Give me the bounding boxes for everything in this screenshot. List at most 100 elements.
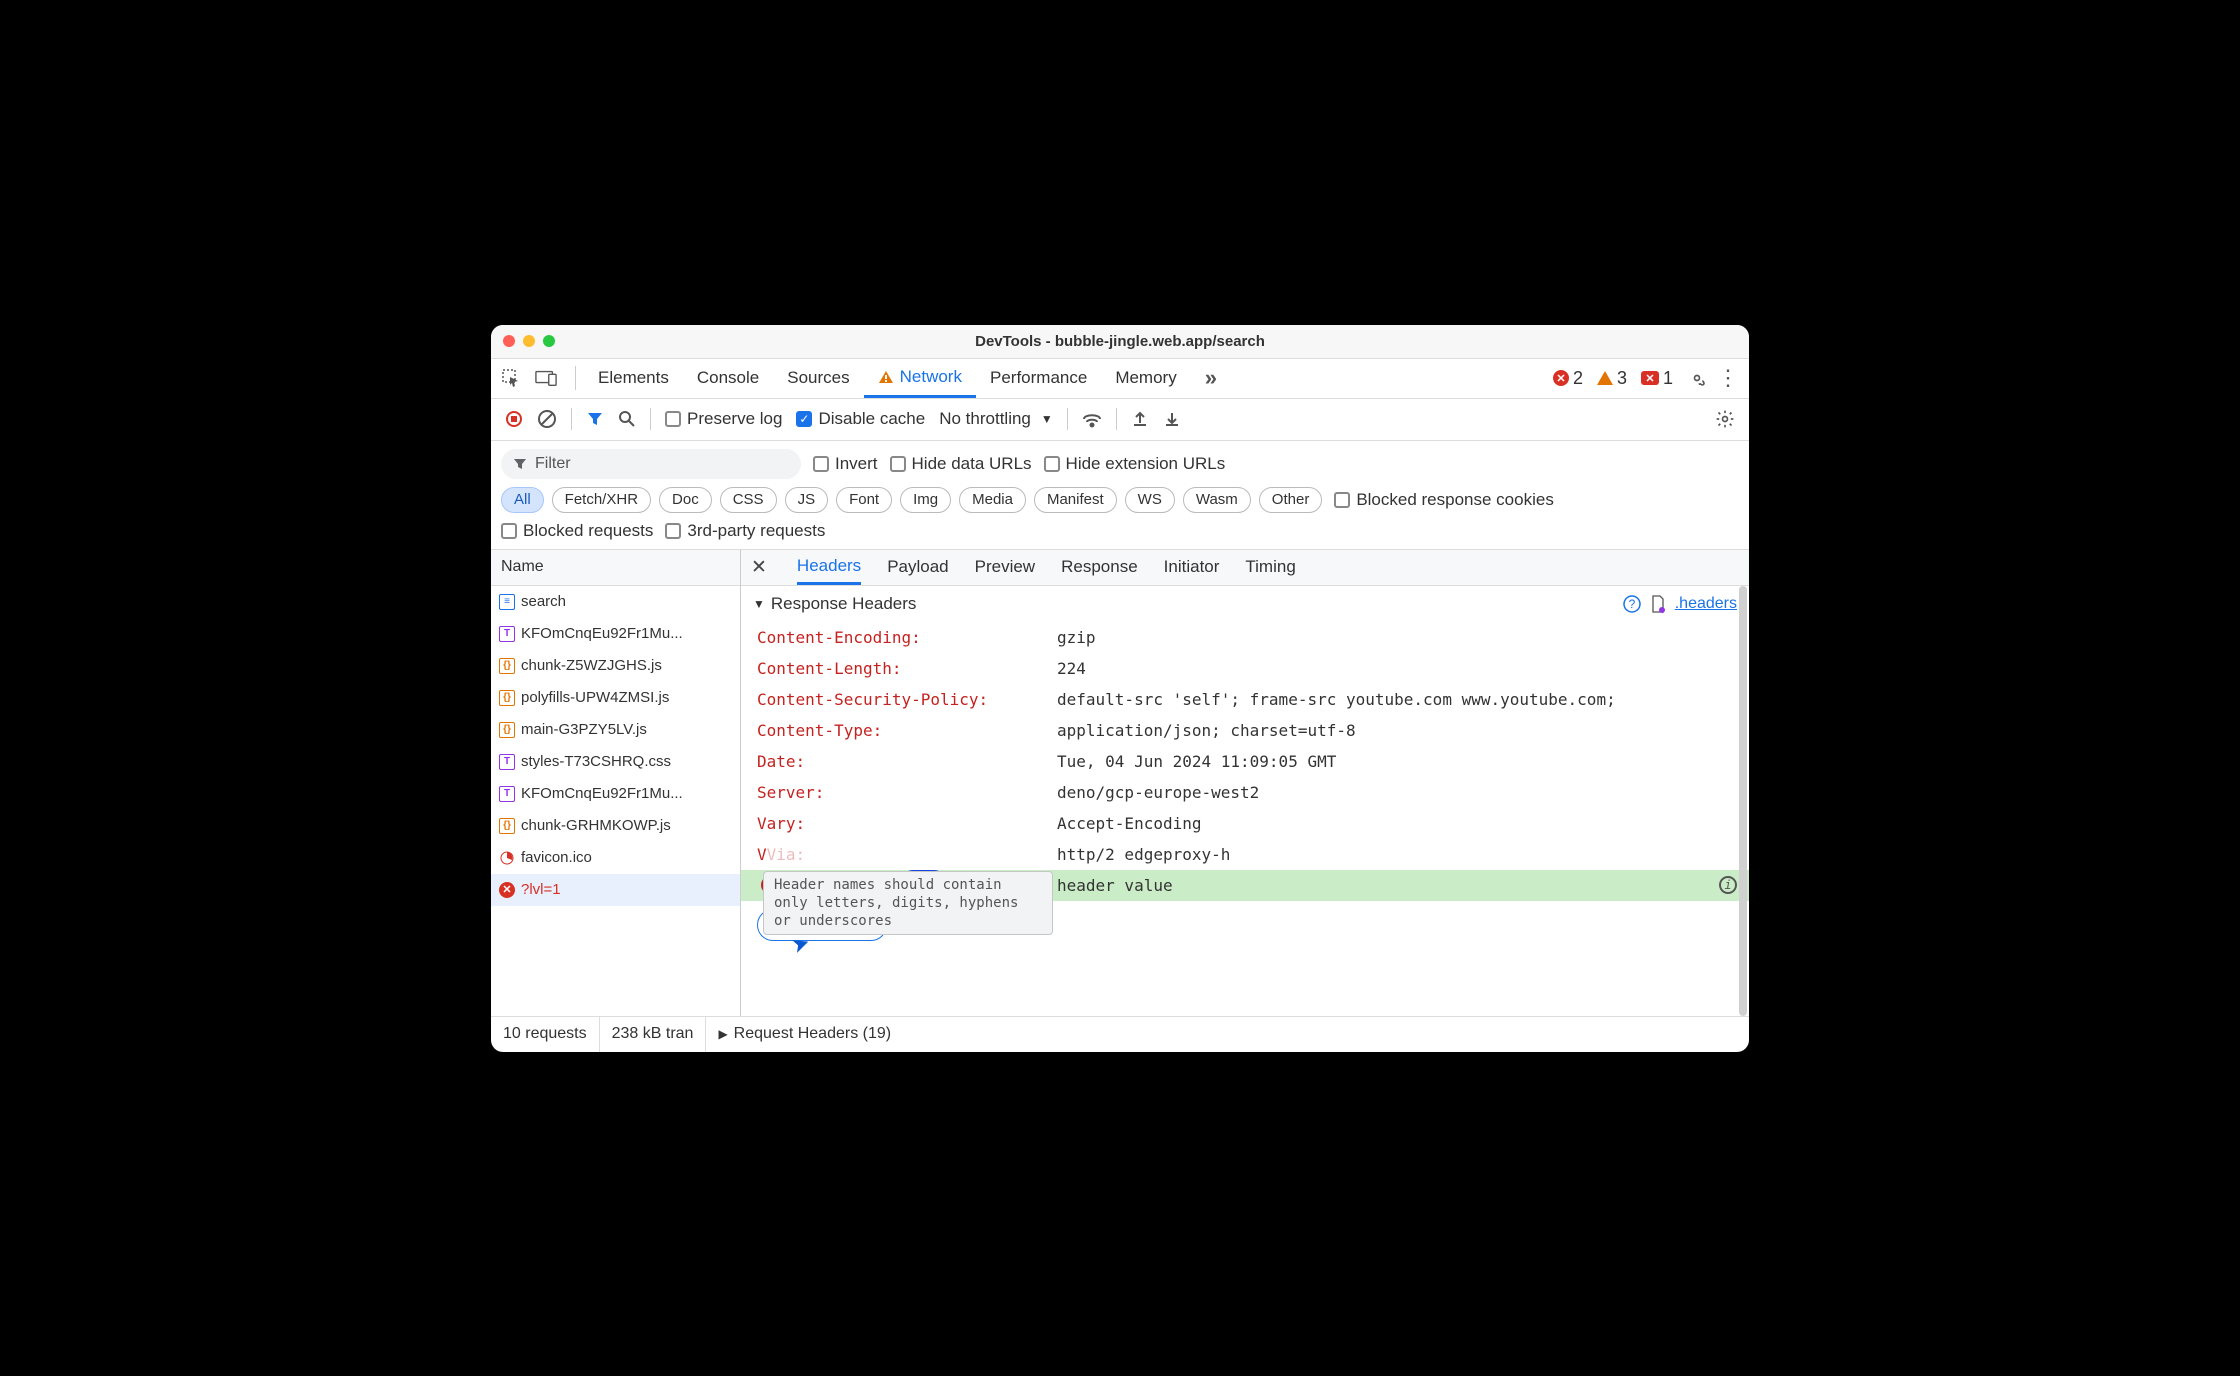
requests-name-column: Name ≡search TKFOmCnqEu92Fr1Mu... {}chun… [491, 550, 741, 1016]
tab-payload[interactable]: Payload [887, 550, 948, 585]
document-icon: ≡ [499, 594, 515, 610]
pill-js[interactable]: JS [785, 487, 829, 513]
file-icon [1651, 595, 1665, 613]
invert-checkbox[interactable]: Invert [813, 454, 878, 474]
traffic-lights [503, 335, 555, 347]
error-icon: ✕ [1553, 370, 1569, 386]
warning-icon [878, 370, 894, 384]
preserve-log-checkbox[interactable]: Preserve log [665, 409, 782, 429]
hide-extension-urls-checkbox[interactable]: Hide extension URLs [1044, 454, 1226, 474]
download-har-icon[interactable] [1163, 410, 1181, 428]
error-icon: ✕ [499, 882, 515, 898]
request-row[interactable]: TKFOmCnqEu92Fr1Mu... [491, 778, 740, 810]
headers-file-link[interactable]: .headers [1675, 595, 1737, 613]
request-row[interactable]: TKFOmCnqEu92Fr1Mu... [491, 618, 740, 650]
name-column-header[interactable]: Name [491, 550, 740, 586]
more-tabs[interactable]: » [1191, 359, 1231, 398]
pill-font[interactable]: Font [836, 487, 892, 513]
close-window-button[interactable] [503, 335, 515, 347]
pill-all[interactable]: All [501, 487, 544, 513]
disclosure-triangle-icon: ▼ [753, 597, 765, 611]
throttling-select[interactable]: No throttling ▼ [939, 409, 1053, 429]
warning-icon [1597, 371, 1613, 385]
pill-other[interactable]: Other [1259, 487, 1323, 513]
css-icon: T [499, 754, 515, 770]
network-conditions-icon[interactable] [1082, 410, 1102, 428]
inspect-icon[interactable] [501, 368, 521, 388]
tab-initiator[interactable]: Initiator [1164, 550, 1220, 585]
message-icon: ✕ [1641, 371, 1659, 385]
zoom-window-button[interactable] [543, 335, 555, 347]
record-button[interactable] [505, 410, 523, 428]
window-title: DevTools - bubble-jingle.web.app/search [975, 333, 1265, 350]
tab-response[interactable]: Response [1061, 550, 1138, 585]
js-icon: {} [499, 658, 515, 674]
request-row[interactable]: ≡search [491, 586, 740, 618]
disable-cache-checkbox[interactable]: ✓ Disable cache [796, 409, 925, 429]
error-count[interactable]: ✕ 2 [1553, 368, 1583, 389]
tab-performance[interactable]: Performance [976, 359, 1101, 398]
warning-count[interactable]: 3 [1597, 368, 1627, 389]
request-row[interactable]: {}polyfills-UPW4ZMSI.js [491, 682, 740, 714]
kebab-menu-icon[interactable]: ⋮ [1717, 365, 1739, 391]
request-row[interactable]: {}chunk-Z5WZJGHS.js [491, 650, 740, 682]
titlebar: DevTools - bubble-jingle.web.app/search [491, 325, 1749, 359]
pill-media[interactable]: Media [959, 487, 1026, 513]
request-row[interactable]: {}chunk-GRHMKOWP.js [491, 810, 740, 842]
tab-network[interactable]: Network [864, 359, 976, 398]
filter-input[interactable]: Filter [501, 449, 801, 479]
transfer-size: 238 kB tran [600, 1017, 707, 1052]
clear-button[interactable] [537, 409, 557, 429]
settings-icon[interactable] [1687, 368, 1707, 388]
chevron-down-icon: ▼ [1041, 412, 1053, 426]
tab-sources[interactable]: Sources [773, 359, 863, 398]
pill-fetch-xhr[interactable]: Fetch/XHR [552, 487, 651, 513]
js-icon: {} [499, 818, 515, 834]
close-details-icon[interactable]: ✕ [751, 556, 767, 579]
request-row[interactable]: ✕?lvl=1 [491, 874, 740, 906]
header-row: Content-Encoding:gzip [757, 622, 1749, 653]
tab-memory[interactable]: Memory [1101, 359, 1190, 398]
blocked-cookies-checkbox[interactable]: Blocked response cookies [1334, 490, 1554, 510]
message-count[interactable]: ✕ 1 [1641, 368, 1673, 389]
pill-css[interactable]: CSS [720, 487, 777, 513]
tab-console[interactable]: Console [683, 359, 773, 398]
upload-har-icon[interactable] [1131, 410, 1149, 428]
third-party-checkbox[interactable]: 3rd-party requests [665, 521, 825, 541]
request-row[interactable]: favicon.ico [491, 842, 740, 874]
request-row[interactable]: {}main-G3PZY5LV.js [491, 714, 740, 746]
pill-manifest[interactable]: Manifest [1034, 487, 1117, 513]
pill-wasm[interactable]: Wasm [1183, 487, 1251, 513]
filter-toggle-icon[interactable] [586, 410, 604, 428]
header-row: Server:deno/gcp-europe-west2 [757, 777, 1749, 808]
tab-headers[interactable]: Headers [797, 550, 861, 585]
header-row: Date:Tue, 04 Jun 2024 11:09:05 GMT [757, 746, 1749, 777]
favicon-icon [499, 850, 515, 866]
tab-preview[interactable]: Preview [975, 550, 1035, 585]
header-row: Content-Type:application/json; charset=u… [757, 715, 1749, 746]
help-icon[interactable]: ? [1623, 595, 1641, 613]
header-row: VVia:http/2 edgeproxy-h [757, 839, 1749, 870]
device-toolbar-icon[interactable] [535, 368, 557, 388]
minimize-window-button[interactable] [523, 335, 535, 347]
request-headers-title[interactable]: ▶ Request Headers (19) [706, 1017, 1749, 1052]
font-icon: T [499, 786, 515, 802]
info-icon[interactable]: i [1719, 876, 1737, 894]
pill-doc[interactable]: Doc [659, 487, 712, 513]
pill-ws[interactable]: WS [1125, 487, 1175, 513]
funnel-icon [513, 457, 527, 471]
main-split: Name ≡search TKFOmCnqEu92Fr1Mu... {}chun… [491, 550, 1749, 1016]
scrollbar[interactable] [1739, 586, 1747, 1016]
tab-elements[interactable]: Elements [584, 359, 683, 398]
toolbar-settings-icon[interactable] [1715, 409, 1735, 429]
pill-img[interactable]: Img [900, 487, 951, 513]
blocked-requests-checkbox[interactable]: Blocked requests [501, 521, 653, 541]
hide-data-urls-checkbox[interactable]: Hide data URLs [890, 454, 1032, 474]
response-headers-title[interactable]: ▼ Response Headers ? .headers [741, 586, 1749, 622]
search-icon[interactable] [618, 410, 636, 428]
request-row[interactable]: Tstyles-T73CSHRQ.css [491, 746, 740, 778]
requests-count: 10 requests [491, 1017, 600, 1052]
network-toolbar: Preserve log ✓ Disable cache No throttli… [491, 399, 1749, 441]
js-icon: {} [499, 690, 515, 706]
tab-timing[interactable]: Timing [1245, 550, 1295, 585]
